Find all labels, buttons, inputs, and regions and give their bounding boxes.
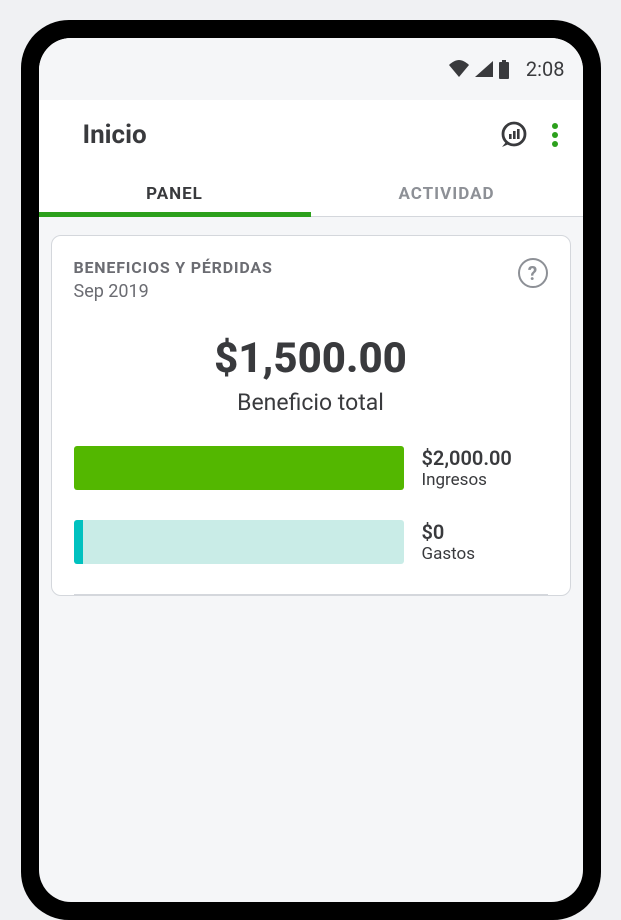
- cellular-icon: [474, 60, 494, 78]
- card-header: BENEFICIOS Y PÉRDIDAS Sep 2019 ?: [74, 258, 548, 302]
- status-icons: [448, 60, 510, 79]
- expense-row: $0 Gastos: [74, 520, 548, 564]
- phone-frame: 2:08 Inicio: [21, 20, 601, 920]
- expense-bar: [74, 520, 404, 564]
- phone-screen: 2:08 Inicio: [39, 38, 583, 902]
- tabs: PANEL ACTIVIDAD: [39, 168, 583, 217]
- tab-panel[interactable]: PANEL: [39, 168, 311, 216]
- tab-label: PANEL: [146, 184, 203, 204]
- status-time: 2:08: [526, 57, 565, 81]
- profit-loss-card: BENEFICIOS Y PÉRDIDAS Sep 2019 ? $1,500.…: [51, 235, 571, 596]
- content-area: BENEFICIOS Y PÉRDIDAS Sep 2019 ? $1,500.…: [39, 217, 583, 902]
- income-bar: [74, 446, 404, 490]
- tab-actividad[interactable]: ACTIVIDAD: [311, 168, 583, 216]
- page-title: Inicio: [83, 120, 499, 150]
- expense-amount: $0: [422, 520, 548, 544]
- tab-label: ACTIVIDAD: [398, 184, 494, 204]
- expense-category: Gastos: [422, 544, 548, 564]
- card-title: BENEFICIOS Y PÉRDIDAS: [74, 258, 518, 277]
- help-icon[interactable]: ?: [518, 258, 548, 288]
- status-bar: 2:08: [39, 38, 583, 100]
- income-amount: $2,000.00: [422, 446, 548, 470]
- wifi-icon: [448, 60, 470, 78]
- battery-icon: [498, 60, 510, 79]
- card-divider: [74, 594, 548, 595]
- income-category: Ingresos: [422, 470, 548, 490]
- total-label: Beneficio total: [74, 389, 548, 416]
- total-amount: $1,500.00: [74, 334, 548, 383]
- header-actions: [499, 120, 559, 150]
- app-header: Inicio: [39, 100, 583, 168]
- income-row: $2,000.00 Ingresos: [74, 446, 548, 490]
- more-menu-icon[interactable]: [551, 121, 559, 149]
- chat-chart-icon[interactable]: [499, 120, 529, 150]
- card-period: Sep 2019: [74, 281, 518, 302]
